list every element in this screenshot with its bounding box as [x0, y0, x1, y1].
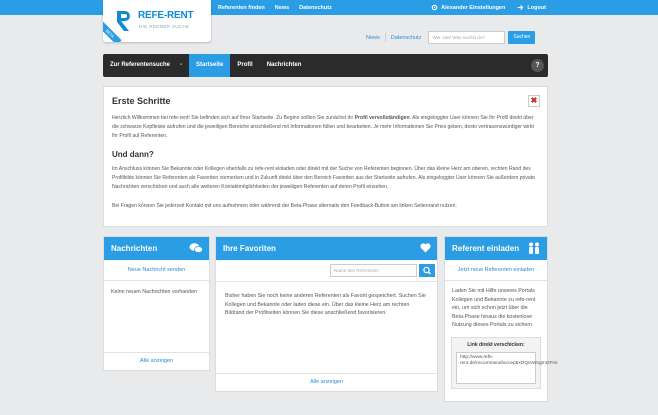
favorites-search: Name des Referenten	[216, 260, 437, 282]
nav-messages[interactable]: Nachrichten	[260, 54, 309, 77]
nav-home[interactable]: Startseite	[189, 54, 231, 77]
getting-started-card: ✖ Erste Schritte Herzlich Willkommen bei…	[103, 86, 548, 227]
favorites-search-button[interactable]	[419, 264, 435, 277]
nav-speaker-search[interactable]: Zur Referentensuche -	[103, 54, 189, 77]
share-link-box: Link direkt verschicken: http://www.refe…	[451, 336, 557, 389]
top-user-menu: Alexander Einstellungen Logout	[431, 0, 546, 15]
contact-paragraph: Bei Fragen können Sie jederzeit Kontakt …	[112, 202, 457, 209]
logout-arrow-icon	[518, 5, 524, 10]
panel-title: Referent einladen	[452, 244, 520, 253]
search-button[interactable]: Suchen	[508, 31, 536, 44]
favorites-empty-text: Bisher haben Sie noch keine anderen Refe…	[225, 293, 426, 316]
heart-icon	[420, 243, 431, 253]
settings-link[interactable]: Alexander Einstellungen	[431, 4, 505, 11]
invite-text: Laden Sie mit Hilfe unseres Portals Koll…	[452, 288, 536, 328]
panel-title: Nachrichten	[111, 244, 158, 253]
favorites-show-all-link[interactable]: Alle anzeigen	[216, 373, 437, 391]
messages-show-all-link[interactable]: Alle anzeigen	[104, 352, 209, 370]
card-subtitle: Und dann?	[112, 150, 154, 160]
invite-panel: Referent einladen Jetzt neue Referenten …	[444, 236, 557, 402]
search-input[interactable]: Wer oder Was suchst du?	[428, 31, 506, 44]
search-icon	[423, 266, 431, 275]
messages-panel: Nachrichten Neue Nachricht senden Keine …	[103, 236, 210, 371]
logo-r-icon	[117, 11, 130, 31]
card-title: Erste Schritte	[112, 96, 171, 106]
top-nav-news[interactable]: News	[275, 5, 289, 11]
nav-profile[interactable]: Profil	[230, 54, 259, 77]
header-privacy-link[interactable]: Datenschutz	[391, 35, 422, 41]
nav-speaker-search-label: Zur Referentensuche	[110, 62, 171, 68]
invite-speakers-link[interactable]: Jetzt neue Referenten einladen	[445, 260, 547, 281]
favorites-panel: Ihre Favoriten Name des Referenten Bishe…	[215, 236, 438, 392]
site-logo[interactable]: REFE-RENT DIE REDNER SUCHE BETA	[103, 0, 211, 42]
logout-link[interactable]: Logout	[517, 4, 546, 11]
help-icon[interactable]: ?	[531, 59, 544, 72]
panel-header: Ihre Favoriten	[216, 237, 437, 260]
panel-title: Ihre Favoriten	[223, 244, 276, 253]
header-search-bar: News Datenschutz Wer oder Was suchst du?…	[366, 31, 536, 44]
chat-bubbles-icon	[189, 243, 203, 253]
favorites-search-input[interactable]: Name des Referenten	[330, 264, 417, 277]
top-nav: Referenten finden News Datenschutz	[218, 0, 332, 15]
next-steps-paragraph: Im Anschluss können Sie Bekannte oder Ko…	[112, 166, 536, 190]
intro-paragraph: Herzlich Willkommen bei refe-rent! Sie b…	[112, 115, 534, 139]
top-nav-find-speakers[interactable]: Referenten finden	[218, 5, 265, 11]
top-nav-privacy[interactable]: Datenschutz	[299, 5, 332, 11]
logo-tagline: DIE REDNER SUCHE	[139, 24, 190, 29]
panel-header: Referent einladen	[445, 237, 547, 260]
logo-name: REFE-RENT	[138, 10, 194, 21]
logout-label: Logout	[527, 4, 546, 11]
top-bar: Referenten finden News Datenschutz Alexa…	[0, 0, 658, 15]
main-nav: Zur Referentensuche - Startseite Profil …	[103, 54, 548, 77]
panel-header: Nachrichten	[104, 237, 209, 260]
messages-empty-text: Keine neuen Nachrichten vorhanden	[111, 289, 197, 295]
send-message-link[interactable]: Neue Nachricht senden	[104, 260, 209, 281]
header-news-link[interactable]: News	[366, 35, 380, 41]
users-icon	[529, 242, 539, 254]
divider	[384, 33, 386, 42]
close-icon[interactable]: ✖	[528, 95, 540, 107]
share-label: Link direkt verschicken:	[467, 341, 525, 348]
settings-label: Alexander Einstellungen	[441, 4, 506, 11]
gear-icon	[431, 4, 438, 11]
chevron-down-icon: -	[180, 62, 183, 68]
share-link-field[interactable]: http://www.refe-rent.de/recommend/accept…	[456, 351, 557, 384]
